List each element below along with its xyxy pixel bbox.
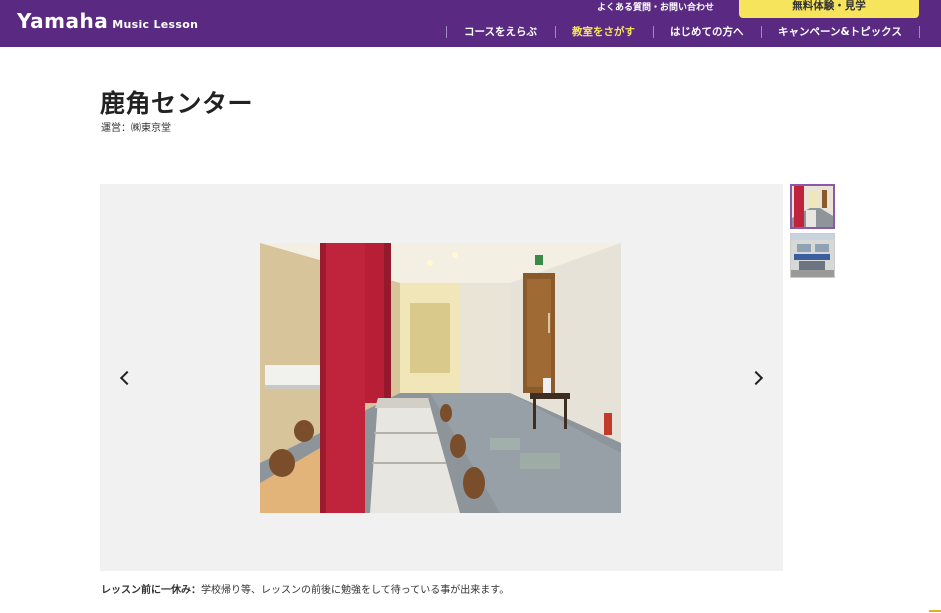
site-header: Yamaha Music Lesson よくある質問・お問い合わせ 無料体験・見学… (0, 0, 941, 47)
chevron-right-icon (748, 370, 764, 386)
photo-gallery (100, 184, 783, 571)
nav-divider (653, 26, 654, 38)
gallery-thumbnail-lounge[interactable] (790, 184, 835, 229)
nav-item-beginners[interactable]: はじめての方へ (670, 24, 744, 40)
page-title: 鹿角センター (100, 89, 254, 118)
nav-divider (446, 26, 447, 38)
nav-divider (919, 26, 920, 38)
logo-sub-text: Music Lesson (112, 18, 199, 31)
nav-divider (761, 26, 762, 38)
nav-item-campaign-topics[interactable]: キャンペーン&トピックス (778, 24, 902, 40)
yamaha-music-lesson-logo[interactable]: Yamaha Music Lesson (17, 9, 198, 33)
nav-divider (555, 26, 556, 38)
gallery-prev-arrow[interactable] (115, 367, 135, 389)
free-trial-button[interactable]: 無料体験・見学 (739, 0, 919, 18)
nav-item-course[interactable]: コースをえらぶ (464, 24, 537, 40)
gallery-next-arrow[interactable] (748, 367, 768, 389)
caption-text: 学校帰り等、レッスンの前後に勉強をして待っている事が出来ます。 (201, 585, 510, 596)
faq-contact-link[interactable]: よくある質問・お問い合わせ (597, 0, 714, 13)
photo-caption: レッスン前に一休み：学校帰り等、レッスンの前後に勉強をして待っている事が出来ます… (101, 581, 509, 596)
logo-main-text: Yamaha (17, 9, 109, 33)
gallery-thumbnail-exterior[interactable] (790, 233, 835, 278)
main-photo-lounge (260, 243, 621, 513)
nav-item-find-school[interactable]: 教室をさがす (572, 24, 635, 40)
caption-label: レッスン前に一休み： (101, 585, 201, 596)
page-top-marker (929, 610, 941, 612)
operator-info: 運営：㈱東京堂 (101, 123, 171, 134)
chevron-left-icon (119, 370, 135, 386)
